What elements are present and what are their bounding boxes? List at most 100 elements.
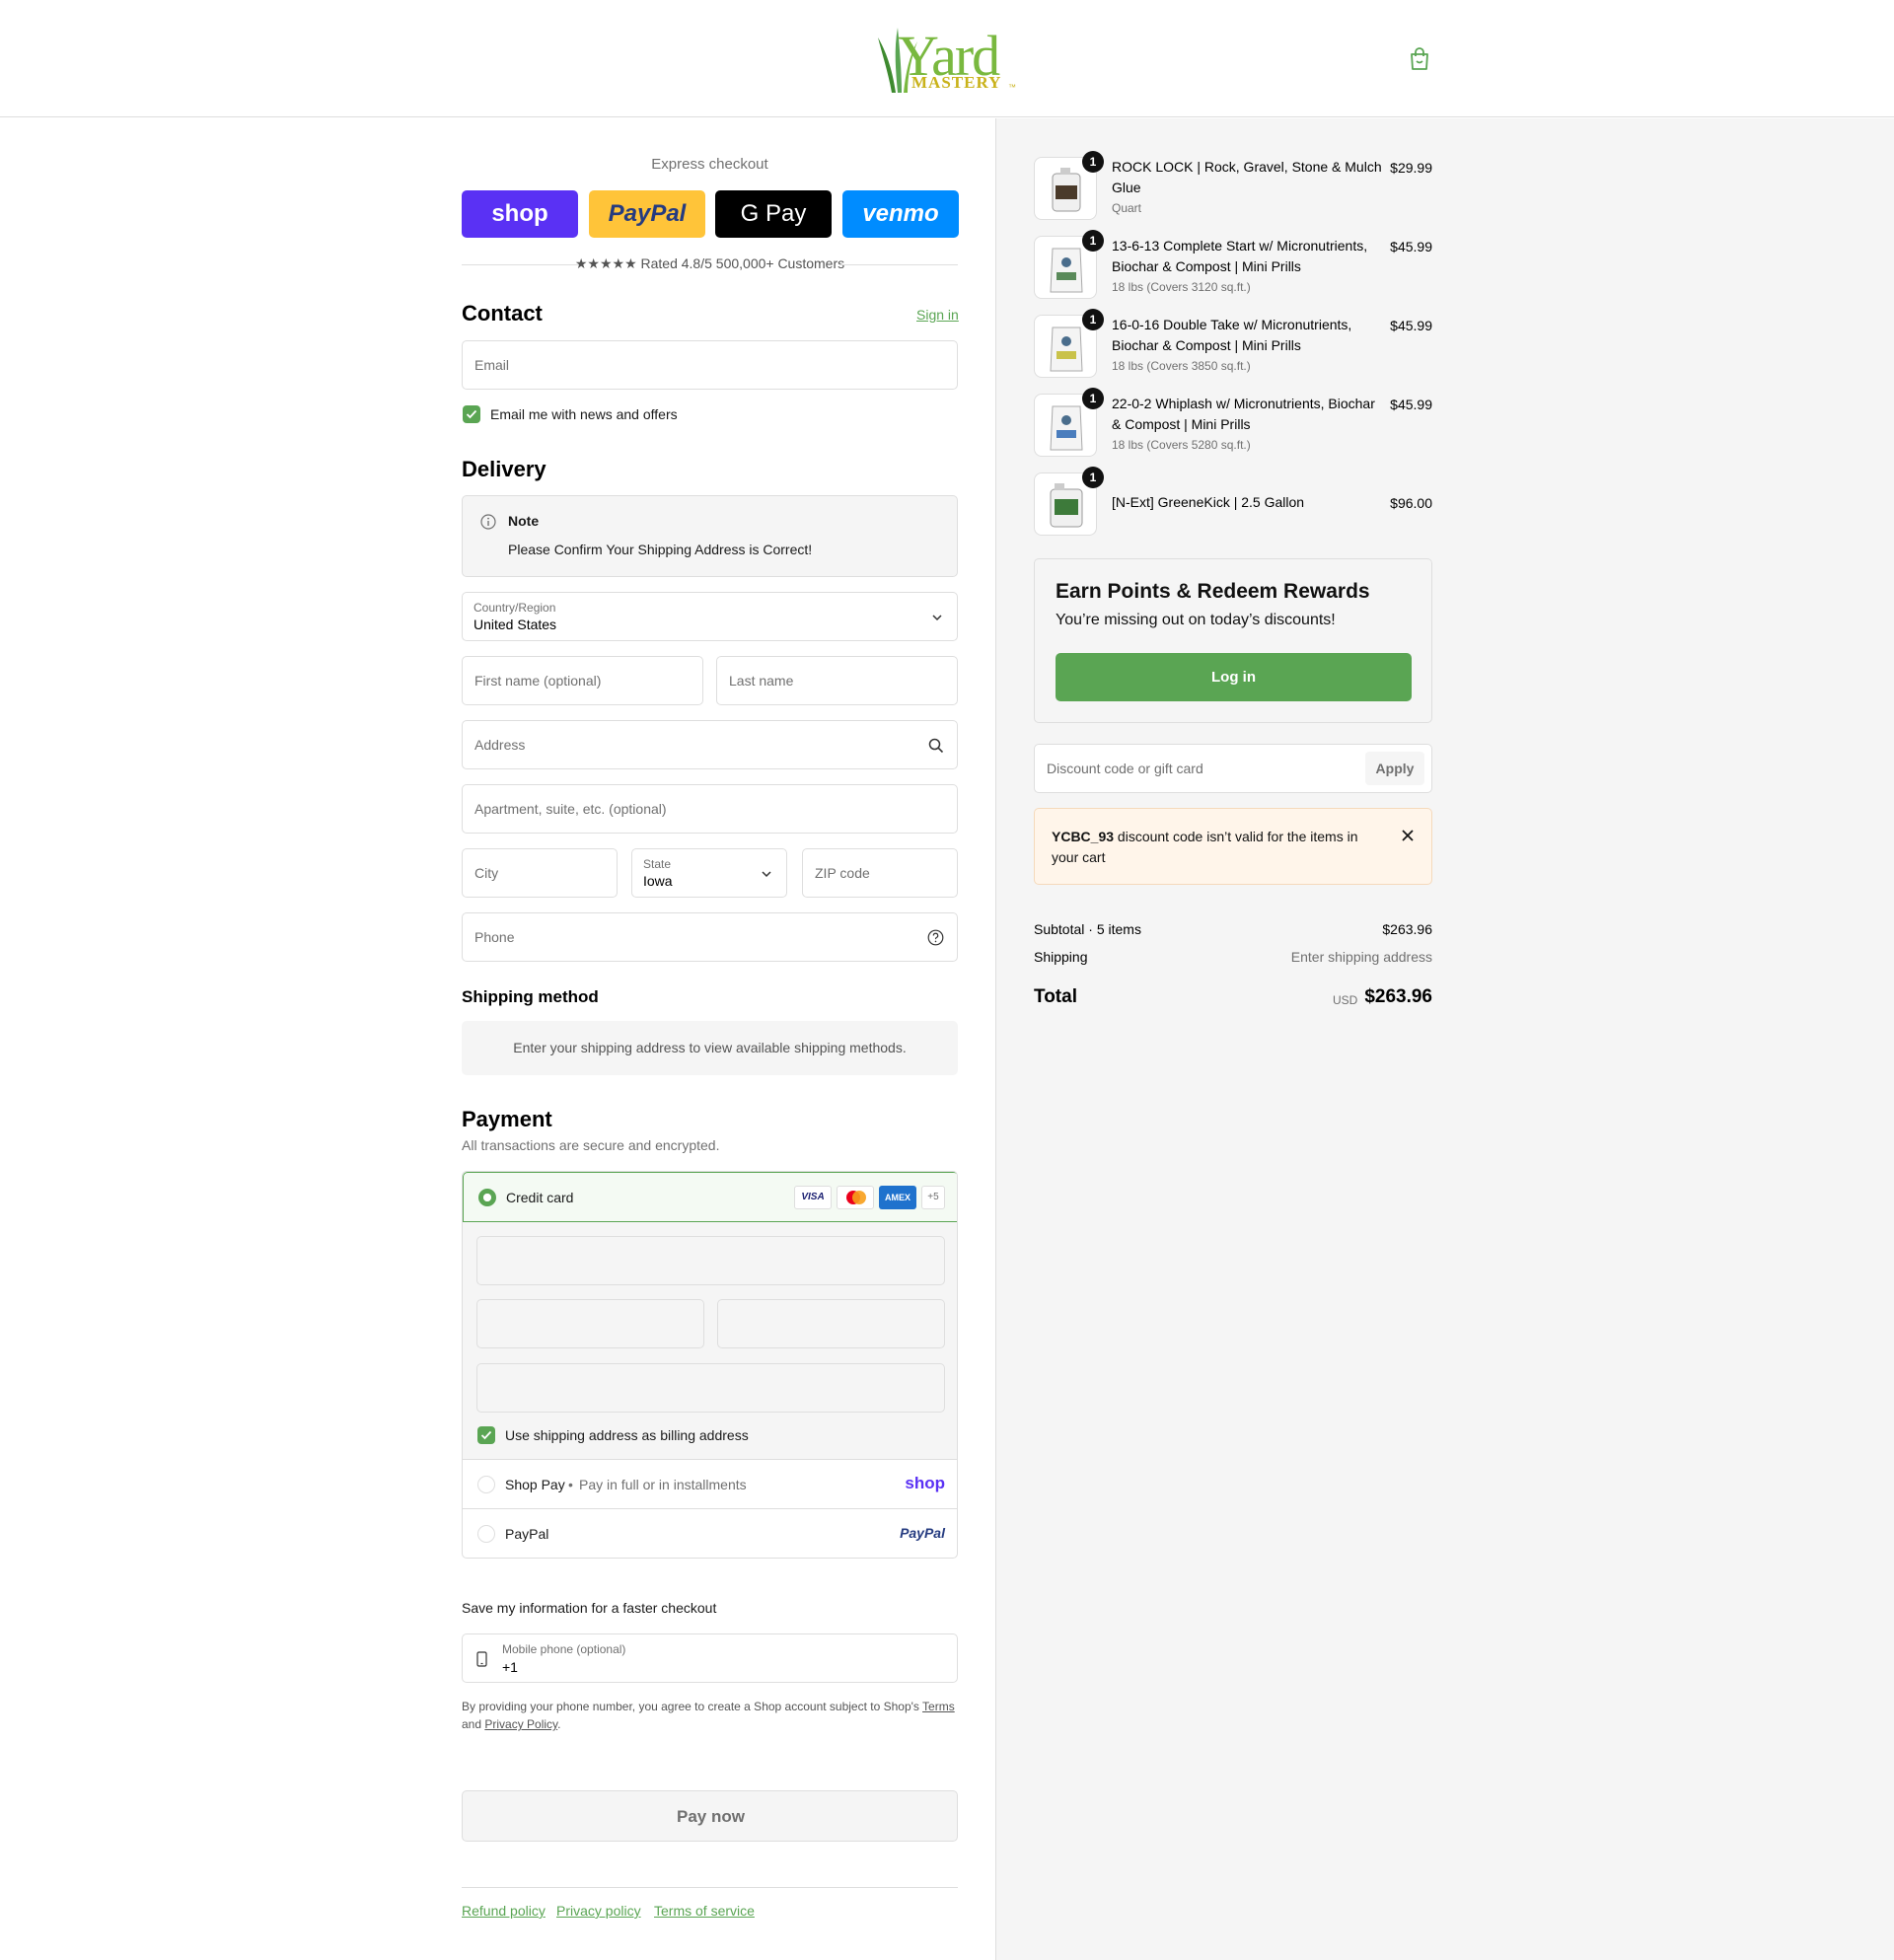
quantity-badge: 1 [1082, 230, 1104, 252]
sign-in-link[interactable]: Sign in [916, 307, 959, 323]
zip-placeholder: ZIP code [815, 865, 870, 881]
item-title: [N-Ext] GreeneKick | 2.5 Gallon [1112, 494, 1305, 510]
state-select[interactable]: State Iowa [631, 848, 787, 898]
mobile-phone-value: +1 [502, 1659, 518, 1675]
news-checkbox-label: Email me with news and offers [490, 406, 678, 422]
item-variant: Quart [1112, 201, 1142, 215]
pay-now-label: Pay now [677, 1807, 745, 1826]
phone-field[interactable]: Phone [462, 912, 958, 962]
google-pay-logo: G Pay [740, 200, 807, 227]
news-checkbox[interactable] [463, 405, 480, 423]
shipping-method-heading: Shipping method [462, 987, 599, 1006]
quantity-badge: 1 [1082, 388, 1104, 409]
credit-card-radio[interactable] [478, 1189, 496, 1206]
country-select[interactable]: Country/Region United States [462, 592, 958, 641]
express-checkout-label: Express checkout [651, 156, 768, 173]
state-value: Iowa [643, 873, 673, 889]
subtotal-label: Subtotal · 5 items [1034, 921, 1141, 937]
quantity-badge: 1 [1082, 151, 1104, 173]
yard-mastery-logo[interactable]: Yard MASTERY ™ [878, 26, 1016, 93]
mastercard-circles-icon [846, 1191, 866, 1204]
item-title: 22-0-2 Whiplash w/ Micronutrients, Bioch… [1112, 396, 1375, 432]
paypal-label: PayPal [505, 1526, 549, 1542]
shipping-method-message: Enter your shipping address to view avai… [513, 1040, 907, 1055]
visa-icon: VISA [794, 1186, 832, 1209]
mastercard-icon [837, 1186, 874, 1209]
apply-button[interactable]: Apply [1365, 752, 1424, 785]
privacy-policy-footer-link[interactable]: Privacy policy [556, 1903, 641, 1919]
last-name-field[interactable]: Last name [716, 656, 958, 705]
address-field[interactable]: Address [462, 720, 958, 769]
help-circle-icon[interactable] [927, 929, 944, 946]
zip-field[interactable]: ZIP code [802, 848, 958, 898]
paypal-small-logo: PayPal [900, 1525, 945, 1541]
shop-pay-sublabel: Pay in full or in installments [579, 1477, 747, 1492]
email-placeholder: Email [474, 357, 510, 373]
item-price: $45.99 [1390, 239, 1432, 254]
pay-now-button[interactable]: Pay now [462, 1790, 958, 1842]
shipping-label: Shipping [1034, 949, 1088, 965]
shipping-value: Enter shipping address [1290, 949, 1432, 965]
shop-pay-radio[interactable] [477, 1476, 495, 1493]
refund-policy-link[interactable]: Refund policy [462, 1903, 546, 1919]
credit-card-form: Use shipping address as billing address [463, 1222, 957, 1460]
expiration-field[interactable] [476, 1299, 704, 1348]
privacy-policy-link[interactable]: Privacy Policy [484, 1717, 557, 1731]
fertilizer-bag-icon [1050, 327, 1083, 372]
total-value: $263.96 [1364, 986, 1432, 1007]
item-title: 16-0-16 Double Take w/ Micronutrients, B… [1112, 317, 1352, 353]
billing-address-checkbox[interactable] [477, 1426, 495, 1444]
more-cards-badge: +5 [921, 1186, 945, 1209]
mobile-phone-field[interactable]: Mobile phone (optional) +1 [462, 1633, 958, 1683]
delivery-note: Note Please Confirm Your Shipping Addres… [462, 495, 958, 577]
name-on-card-field[interactable] [476, 1363, 945, 1413]
item-price: $45.99 [1390, 318, 1432, 333]
item-variant: 18 lbs (Covers 3850 sq.ft.) [1112, 359, 1251, 373]
terms-link[interactable]: Terms [922, 1700, 955, 1713]
shop-pay-option[interactable]: Shop Pay • Pay in full or in installment… [463, 1460, 957, 1509]
visa-text: VISA [801, 1192, 825, 1202]
credit-card-option[interactable]: Credit card VISA AMEX +5 [463, 1172, 957, 1222]
shopping-bag-icon[interactable] [1409, 47, 1430, 71]
paypal-option[interactable]: PayPal PayPal [463, 1509, 957, 1558]
state-label: State [643, 857, 672, 871]
first-name-field[interactable]: First name (optional) [462, 656, 703, 705]
login-label: Log in [1211, 669, 1256, 686]
shop-disclaimer: By providing your phone number, you agre… [462, 1698, 958, 1733]
card-number-field[interactable] [476, 1236, 945, 1285]
note-text: Please Confirm Your Shipping Address is … [508, 542, 813, 557]
shipping-method-box: Enter your shipping address to view avai… [462, 1021, 958, 1075]
email-field[interactable]: Email [462, 340, 958, 390]
header: Yard MASTERY ™ [0, 0, 1894, 117]
security-code-field[interactable] [717, 1299, 945, 1348]
jug-product-icon [1052, 168, 1081, 212]
paypal-radio[interactable] [477, 1525, 495, 1543]
footer-divider [462, 1887, 958, 1888]
terms-of-service-link[interactable]: Terms of service [654, 1903, 755, 1919]
credit-card-label: Credit card [506, 1190, 574, 1205]
info-icon [480, 514, 496, 530]
item-price: $29.99 [1390, 160, 1432, 176]
discount-code-field[interactable]: Discount code or gift card Apply [1034, 744, 1432, 793]
close-icon[interactable] [1401, 829, 1415, 842]
city-field[interactable]: City [462, 848, 618, 898]
discount-error-banner: YCBC_93 discount code isn’t valid for th… [1034, 808, 1432, 885]
quantity-badge: 1 [1082, 309, 1104, 330]
item-price: $45.99 [1390, 397, 1432, 412]
rewards-login-button[interactable]: Log in [1056, 653, 1412, 701]
venmo-express-button[interactable]: venmo [842, 190, 959, 238]
total-label: Total [1034, 986, 1077, 1007]
shop-pay-small-logo: shop [905, 1474, 945, 1492]
discount-code: YCBC_93 [1052, 829, 1115, 844]
apartment-field[interactable]: Apartment, suite, etc. (optional) [462, 784, 958, 834]
amex-icon: AMEX [879, 1186, 916, 1209]
address-placeholder: Address [474, 737, 526, 753]
mobile-phone-icon [476, 1651, 487, 1667]
rewards-subtitle: You’re missing out on today’s discounts! [1056, 612, 1336, 628]
chevron-down-icon [932, 615, 942, 621]
google-pay-express-button[interactable]: G Pay [715, 190, 832, 238]
paypal-logo: PayPal [608, 200, 687, 227]
paypal-express-button[interactable]: PayPal [589, 190, 705, 238]
shop-pay-express-button[interactable]: shop [462, 190, 578, 238]
country-value: United States [474, 617, 557, 632]
